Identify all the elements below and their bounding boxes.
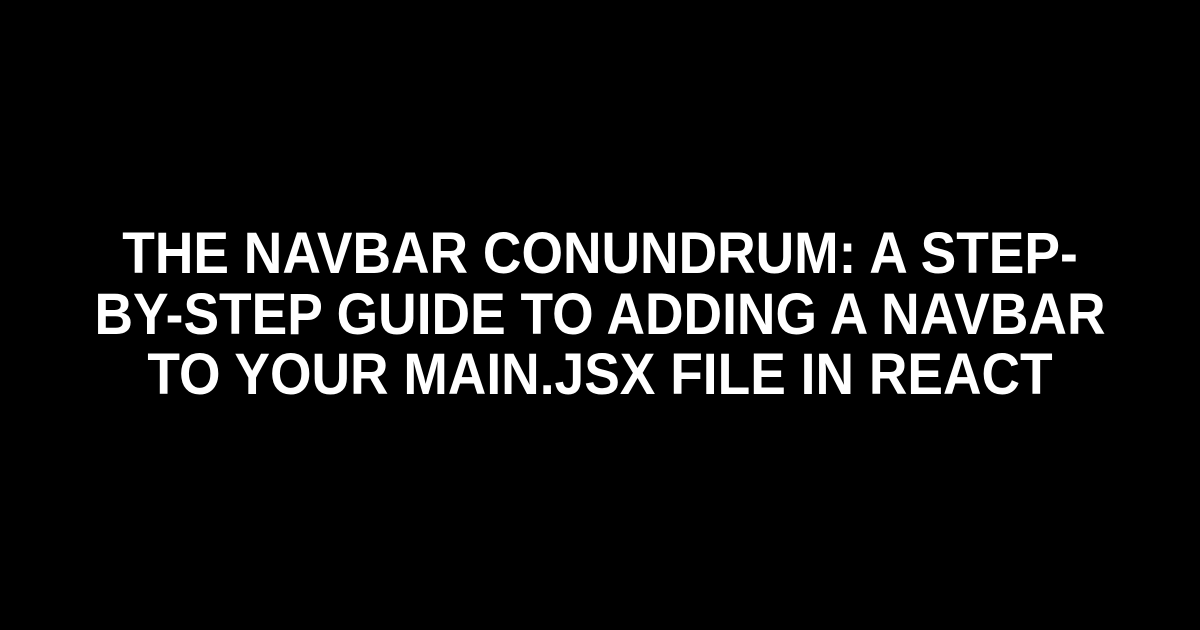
page-title: THE NAVBAR CONUNDRUM: A STEP-BY-STEP GUI… [48,224,1152,407]
